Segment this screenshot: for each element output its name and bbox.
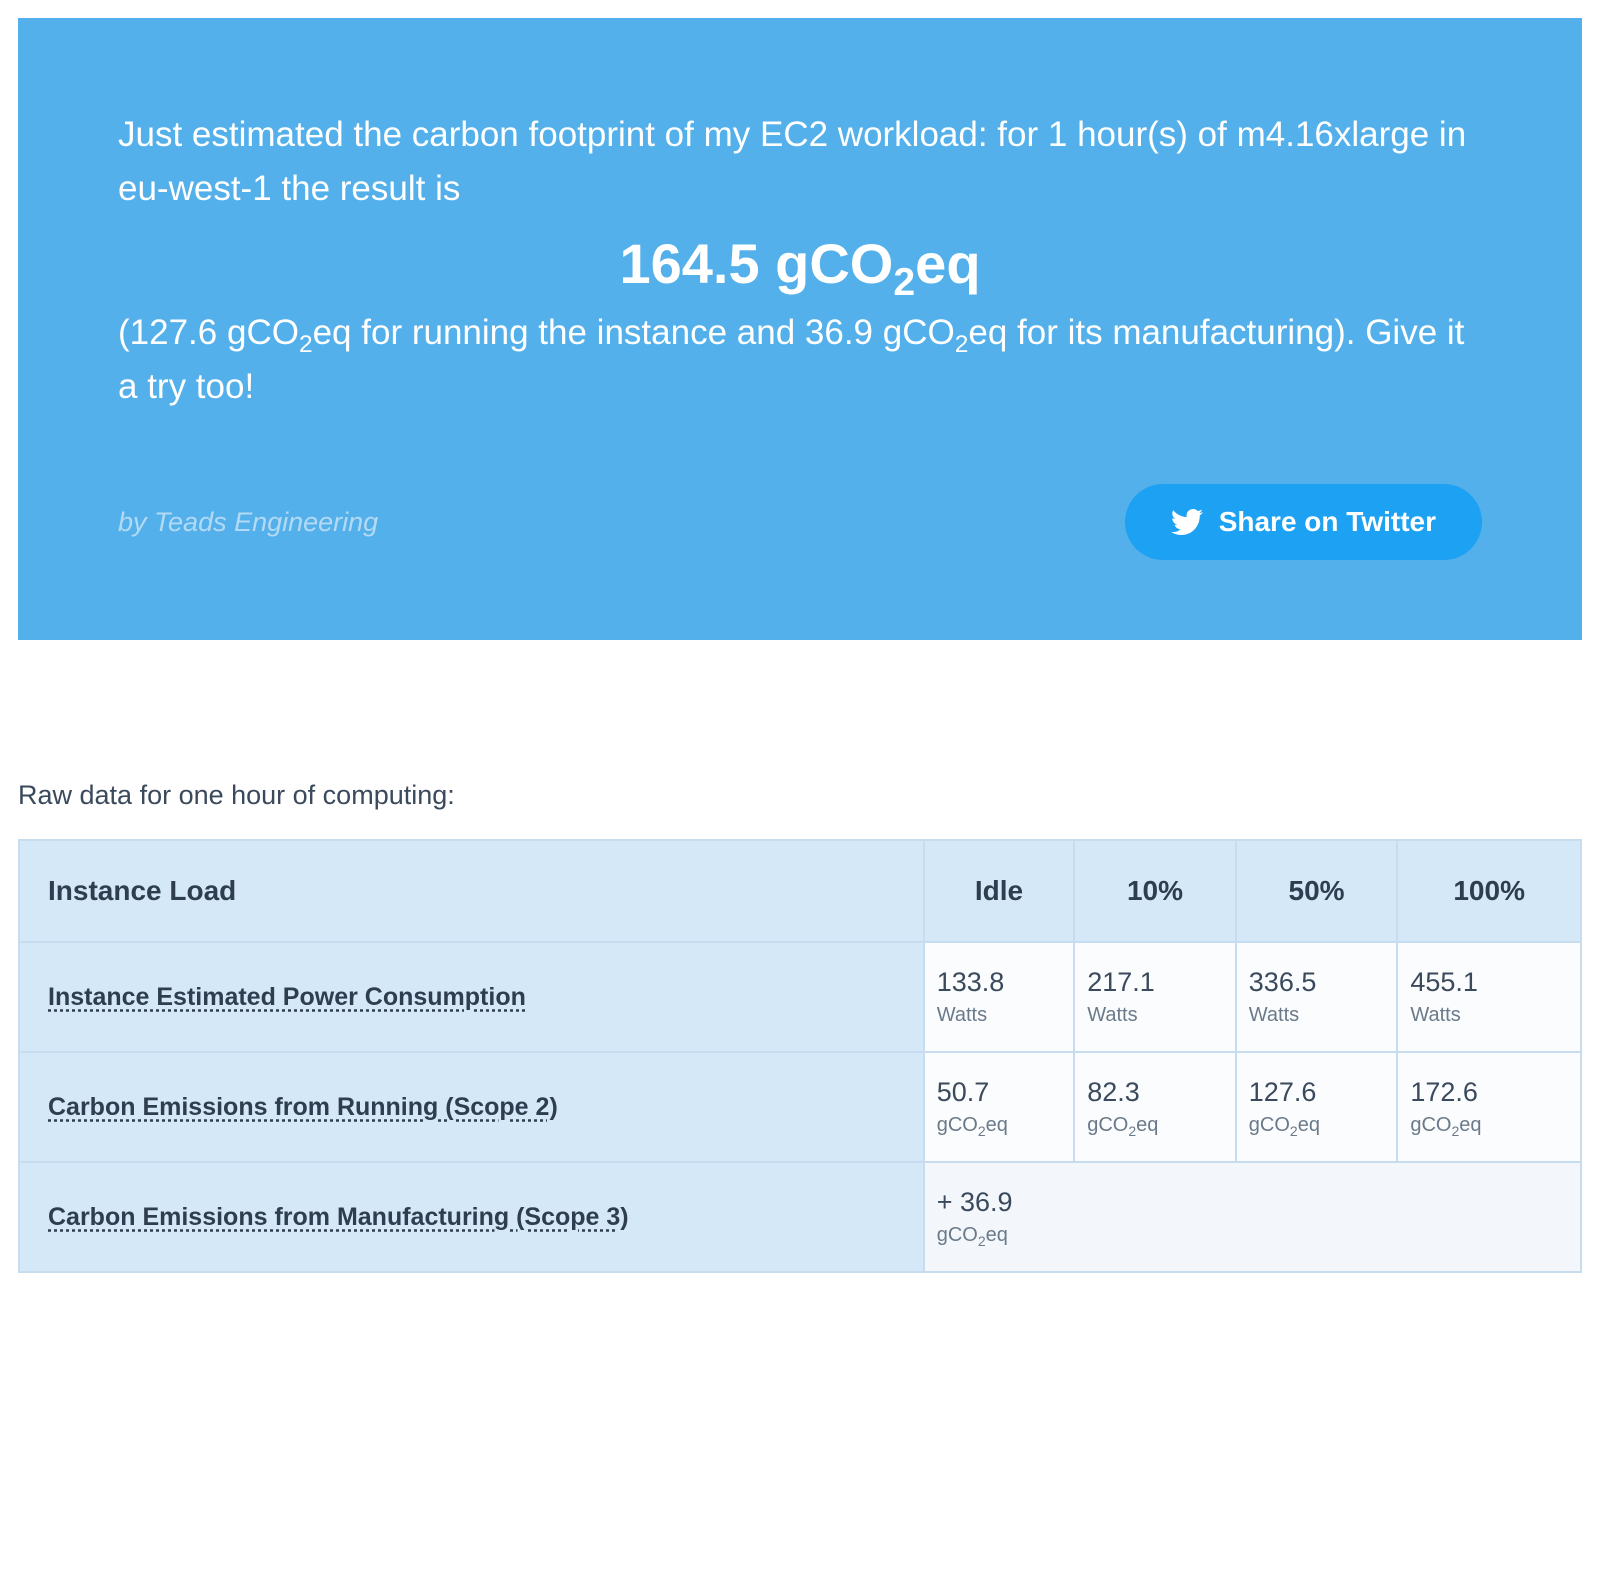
scope2-50: 127.6 gCO2eq (1236, 1052, 1398, 1162)
scope2-50-value: 127.6 (1249, 1077, 1385, 1108)
manufacturing-value: 36.9 (805, 313, 873, 352)
result-unit-post: eq (915, 232, 980, 295)
power-100-unit: Watts (1410, 1004, 1568, 1027)
header-10: 10% (1074, 840, 1236, 942)
scope2-100-unit: gCO2eq (1410, 1114, 1568, 1137)
detail-pre: ( (118, 313, 130, 352)
header-instance-load: Instance Load (19, 840, 924, 942)
result-unit-sub: 2 (893, 261, 915, 304)
power-10-unit: Watts (1087, 1004, 1223, 1027)
share-text-post: the result is (272, 169, 461, 208)
power-10-value: 217.1 (1087, 967, 1223, 998)
power-idle-unit: Watts (937, 1004, 1061, 1027)
share-text-mid: hour(s) of (1067, 115, 1236, 154)
row-label-scope2: Carbon Emissions from Running (Scope 2) (19, 1052, 924, 1162)
power-10: 217.1 Watts (1074, 942, 1236, 1052)
table-row-scope2: Carbon Emissions from Running (Scope 2) … (19, 1052, 1581, 1162)
scope3-value-cell: + 36.9 gCO2eq (924, 1162, 1581, 1272)
power-idle-value: 133.8 (937, 967, 1061, 998)
share-description: Just estimated the carbon footprint of m… (118, 108, 1482, 217)
raw-data-label: Raw data for one hour of computing: (18, 780, 1582, 811)
scope2-10: 82.3 gCO2eq (1074, 1052, 1236, 1162)
scope3-link[interactable]: Carbon Emissions from Manufacturing (Sco… (48, 1203, 629, 1231)
power-100-value: 455.1 (1410, 967, 1568, 998)
twitter-button-label: Share on Twitter (1219, 506, 1436, 538)
detail-unit-sub-2: 2 (955, 331, 969, 358)
power-50-value: 336.5 (1249, 967, 1385, 998)
running-value: 127.6 (130, 313, 218, 352)
scope2-idle-unit: gCO2eq (937, 1114, 1061, 1137)
row-label-power: Instance Estimated Power Consumption (19, 942, 924, 1052)
power-50-unit: Watts (1249, 1004, 1385, 1027)
row-label-scope3: Carbon Emissions from Manufacturing (Sco… (19, 1162, 924, 1272)
raw-data-table: Instance Load Idle 10% 50% 100% Instance… (18, 839, 1582, 1273)
header-50: 50% (1236, 840, 1398, 942)
power-idle: 133.8 Watts (924, 942, 1074, 1052)
scope2-10-value: 82.3 (1087, 1077, 1223, 1108)
scope2-link[interactable]: Carbon Emissions from Running (Scope 2) (48, 1093, 558, 1121)
scope3-value: + 36.9 (937, 1187, 1568, 1218)
byline: by Teads Engineering (118, 507, 378, 538)
header-idle: Idle (924, 840, 1074, 942)
table-row-scope3: Carbon Emissions from Manufacturing (Sco… (19, 1162, 1581, 1272)
power-consumption-link[interactable]: Instance Estimated Power Consumption (48, 983, 526, 1011)
share-card: Just estimated the carbon footprint of m… (18, 18, 1582, 640)
detail-unit-pre-2: gCO (873, 313, 955, 352)
detail-unit-post-2: eq (968, 313, 1007, 352)
share-hours: 1 (1048, 115, 1067, 154)
scope2-idle-value: 50.7 (937, 1077, 1061, 1108)
result-value: 164.5 (619, 232, 759, 295)
share-region: eu-west-1 (118, 169, 272, 208)
result-unit-pre: gCO (775, 232, 893, 295)
share-instance-type: m4.16xlarge (1237, 115, 1430, 154)
power-50: 336.5 Watts (1236, 942, 1398, 1052)
detail-unit-post-1: eq (313, 313, 352, 352)
scope2-50-unit: gCO2eq (1249, 1114, 1385, 1137)
share-detail: (127.6 gCO2eq for running the instance a… (118, 306, 1482, 415)
scope2-idle: 50.7 gCO2eq (924, 1052, 1074, 1162)
share-text-in: in (1429, 115, 1466, 154)
share-result: 164.5 gCO2eq (118, 231, 1482, 296)
twitter-icon (1171, 506, 1203, 538)
scope2-10-unit: gCO2eq (1087, 1114, 1223, 1137)
table-header-row: Instance Load Idle 10% 50% 100% (19, 840, 1581, 942)
scope2-100: 172.6 gCO2eq (1397, 1052, 1581, 1162)
scope3-unit: gCO2eq (937, 1224, 1568, 1247)
share-twitter-button[interactable]: Share on Twitter (1125, 484, 1482, 560)
detail-unit-pre-1: gCO (217, 313, 299, 352)
power-100: 455.1 Watts (1397, 942, 1581, 1052)
detail-unit-sub-1: 2 (299, 331, 313, 358)
share-footer: by Teads Engineering Share on Twitter (118, 484, 1482, 560)
scope2-100-value: 172.6 (1410, 1077, 1568, 1108)
table-row-power: Instance Estimated Power Consumption 133… (19, 942, 1581, 1052)
share-text-pre: Just estimated the carbon footprint of m… (118, 115, 1048, 154)
detail-mid: for running the instance and (352, 313, 805, 352)
header-100: 100% (1397, 840, 1581, 942)
